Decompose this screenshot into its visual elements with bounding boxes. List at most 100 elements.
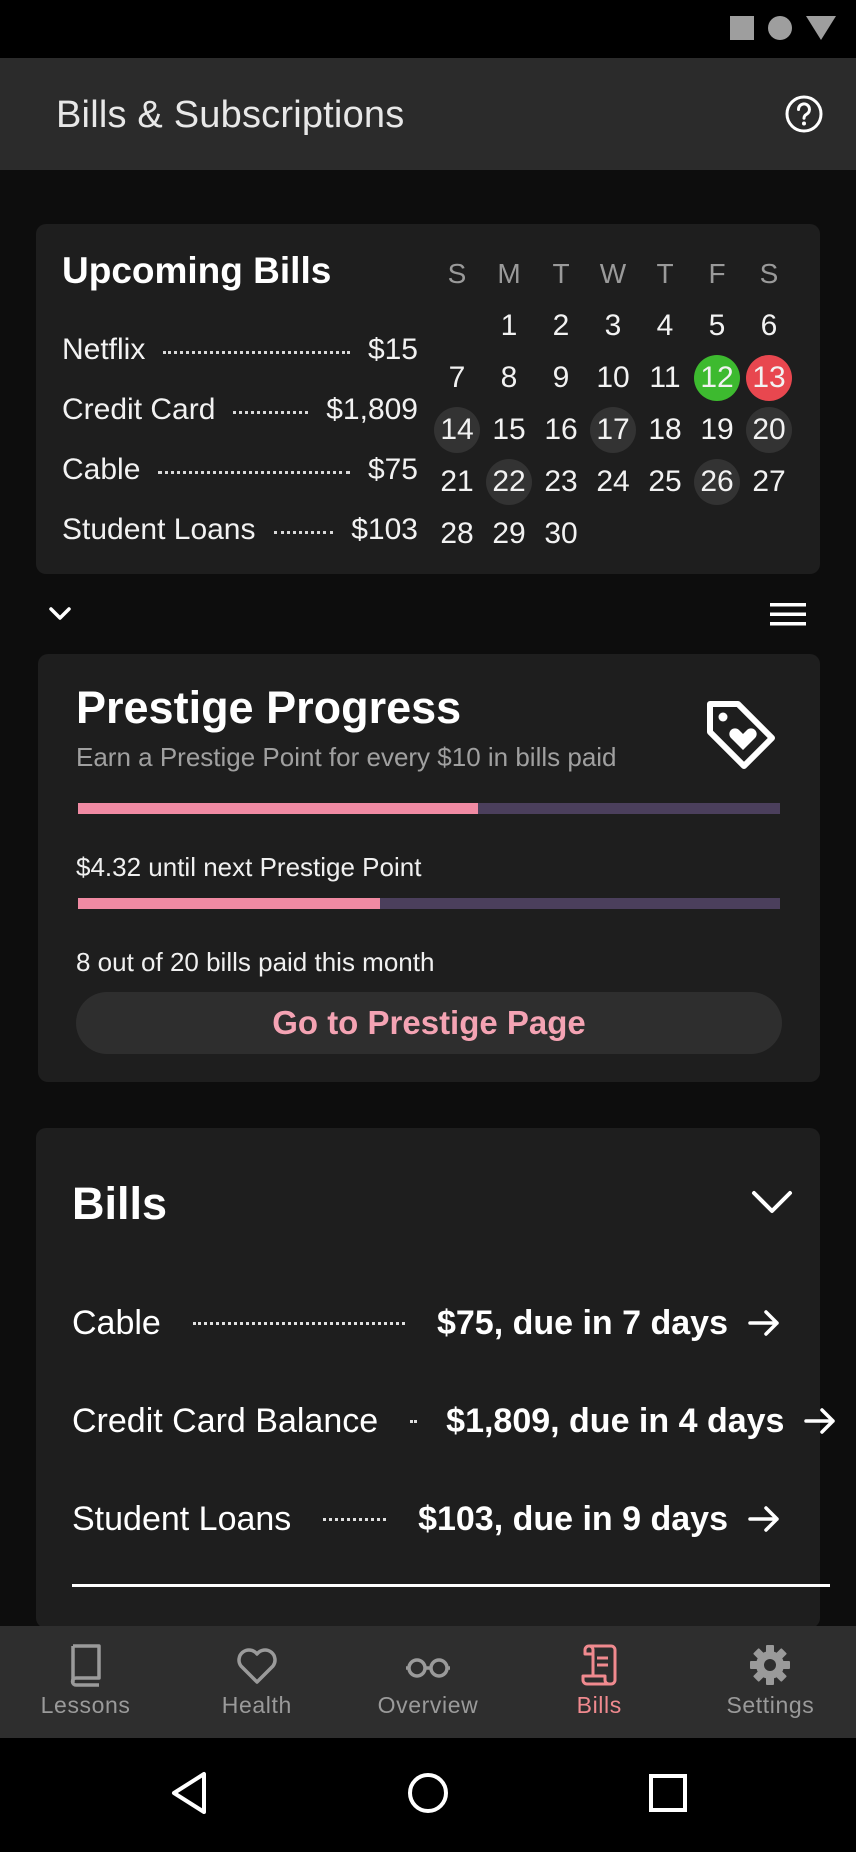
arrow-right-icon[interactable] [744,1303,784,1343]
calendar-day[interactable]: 24 [587,456,639,508]
calendar-day[interactable]: 2 [535,300,587,352]
bill-row[interactable]: Student Loans $103, due in 9 days [72,1494,784,1544]
calendar-day[interactable]: 17 [587,404,639,456]
calendar-day[interactable]: 6 [743,300,795,352]
calendar-day[interactable]: 30 [535,508,587,560]
calendar-day-number: 20 [746,407,792,453]
nav-item-bills[interactable]: Bills [514,1626,685,1738]
calendar-day-number: 14 [434,407,480,453]
calendar-day-number: 9 [552,361,570,394]
calendar-day[interactable]: 20 [743,404,795,456]
bills-card: Bills Cable $75, due in 7 days Credit Ca… [36,1128,836,1628]
calendar-day[interactable]: 27 [743,456,795,508]
page-title: Bills & Subscriptions [56,94,405,136]
circle-status-icon [768,16,792,40]
collapse-chevron-icon[interactable] [750,1180,794,1224]
calendar-day[interactable]: 1 [483,300,535,352]
calendar-day[interactable]: 13 [743,352,795,404]
upcoming-bill-label: Cable [62,453,141,486]
bills-title: Bills [72,1178,168,1229]
calendar-day-number: 10 [596,361,630,394]
dotted-leader [192,1321,405,1325]
calendar-day[interactable]: 28 [431,508,483,560]
bottom-nav: Lessons Health Overview Bills Settings [0,1626,856,1738]
calendar-grid: S M T W T F S 1 2 3 4 5 6 7 8 9 10 11 12 13 14 15 16 17 18 19 20 21… [431,248,795,560]
bill-label: Student Loans [72,1499,292,1538]
go-to-prestige-button[interactable]: Go to Prestige Page [76,992,782,1054]
bills-paid-progress-bar [78,898,780,909]
calendar-day[interactable]: 4 [639,300,691,352]
arrow-right-icon[interactable] [800,1401,840,1441]
calendar-day-number: 19 [700,413,734,446]
bill-due: $1,809, due in 4 days [446,1401,785,1440]
recents-icon[interactable] [643,1768,693,1818]
calendar-weekday: T [656,258,674,289]
bill-due: $75, due in 7 days [436,1303,728,1342]
calendar-day[interactable]: 25 [639,456,691,508]
bill-due: $103, due in 9 days [418,1499,728,1538]
prestige-title: Prestige Progress [76,682,462,733]
calendar-day[interactable]: 29 [483,508,535,560]
calendar-weekday: T [552,258,570,289]
calendar-day-number: 15 [492,413,526,446]
calendar-day-number: 21 [440,465,474,498]
upcoming-bill-row: Credit Card $1,809 [62,390,418,430]
tag-heart-icon [707,701,775,769]
calendar-day[interactable]: 11 [639,352,691,404]
nav-item-lessons[interactable]: Lessons [0,1626,171,1738]
nav-item-settings[interactable]: Settings [685,1626,856,1738]
calendar-day[interactable]: 26 [691,456,743,508]
calendar-day[interactable]: 3 [587,300,639,352]
nav-item-overview[interactable]: Overview [342,1626,513,1738]
calendar-day[interactable]: 14 [431,404,483,456]
calendar-day-number: 4 [656,309,674,342]
dotted-leader [163,350,350,354]
app-bar: Bills & Subscriptions [0,58,856,170]
upcoming-bill-row: Netflix $15 [62,330,418,370]
calendar-day[interactable]: 8 [483,352,535,404]
nav-label: Settings [726,1692,815,1718]
calendar-day[interactable]: 12 [691,352,743,404]
back-icon[interactable] [166,1768,216,1818]
calendar-day-number: 29 [492,517,526,550]
upcoming-bill-label: Netflix [62,333,146,366]
calendar-day[interactable]: 19 [691,404,743,456]
expand-chevron-icon[interactable] [44,598,76,630]
calendar-empty-cell [431,300,483,352]
calendar-day[interactable]: 7 [431,352,483,404]
bill-row[interactable]: Credit Card Balance $1,809, due in 4 day… [72,1396,836,1446]
calendar-day[interactable]: 18 [639,404,691,456]
calendar-weekday: S [759,258,779,289]
dotted-leader [410,1419,415,1423]
bill-label: Cable [72,1303,161,1342]
calendar-day[interactable]: 22 [483,456,535,508]
calendar-day-number: 16 [544,413,578,446]
nav-item-health[interactable]: Health [171,1626,342,1738]
arrow-right-icon[interactable] [744,1499,784,1539]
calendar-day[interactable]: 9 [535,352,587,404]
calendar-day-number: 5 [708,309,726,342]
calendar-day[interactable]: 10 [587,352,639,404]
calendar-day-number: 7 [448,361,466,394]
calendar-day-number: 24 [596,465,630,498]
upcoming-bill-row: Cable $75 [62,450,418,490]
calendar-day-number: 1 [500,309,518,342]
progress-fill [78,898,380,909]
calendar-day-number: 12 [694,355,740,401]
calendar-day[interactable]: 5 [691,300,743,352]
calendar: S M T W T F S 1 2 3 4 5 6 7 8 9 10 11 12 13 14 15 16 17 18 19 20 21… [431,248,795,560]
calendar-day[interactable]: 21 [431,456,483,508]
calendar-day-number: 25 [648,465,682,498]
help-icon[interactable] [784,94,824,134]
menu-icon[interactable] [768,598,808,630]
calendar-day[interactable]: 16 [535,404,587,456]
calendar-day-number: 13 [746,355,792,401]
calendar-day[interactable]: 15 [483,404,535,456]
dotted-leader [158,470,350,474]
upcoming-bills-card: Upcoming Bills Netflix $15 Credit Card $… [36,224,820,574]
home-icon[interactable] [403,1768,453,1818]
bill-row[interactable]: Cable $75, due in 7 days [72,1298,784,1348]
upcoming-bill-label: Credit Card [62,393,216,426]
calendar-day[interactable]: 23 [535,456,587,508]
upcoming-bills-title: Upcoming Bills [62,250,332,291]
